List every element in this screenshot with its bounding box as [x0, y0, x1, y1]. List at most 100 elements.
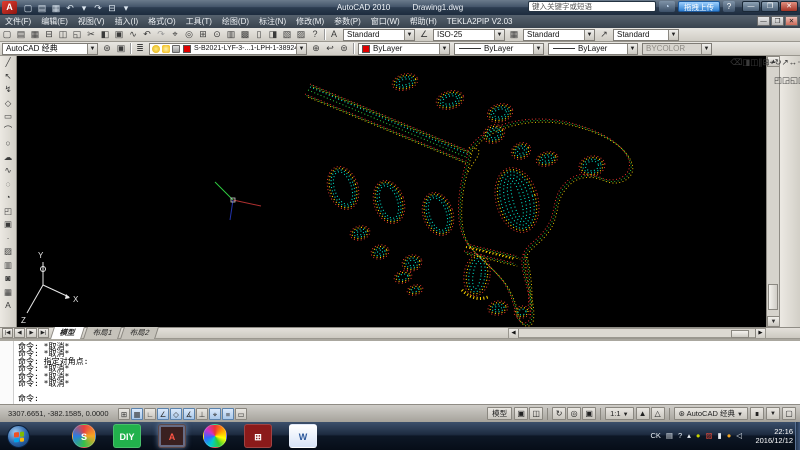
zoom-status-icon[interactable]: ◎ — [567, 407, 581, 420]
revcloud-icon[interactable]: ☁ — [1, 151, 16, 165]
taskbar-app-autocad[interactable]: A — [158, 424, 186, 448]
undo-button[interactable]: ↶ — [63, 2, 77, 14]
horizontal-scrollbar[interactable]: ◀ ▶ — [508, 328, 766, 338]
otrack-toggle[interactable]: ∡ — [183, 408, 195, 420]
text-style-dropdown[interactable]: Standard ▼ — [343, 29, 415, 41]
plot-preview-icon[interactable]: ◫ — [56, 28, 70, 41]
bring-to-front-icon[interactable]: ◰ — [774, 75, 782, 85]
undo-dropdown-arrow[interactable]: ▾ — [77, 2, 91, 14]
plot-button[interactable]: ⊟ — [105, 2, 119, 14]
menu-tools[interactable]: 工具(T) — [181, 15, 217, 28]
make-object-layer-current-icon[interactable]: ⊕ — [309, 42, 323, 55]
open-icon[interactable]: ▤ — [14, 28, 28, 41]
menu-tekla2pip[interactable]: TEKLA2PIP V2.03 — [442, 15, 518, 28]
gradient-icon[interactable]: ▥ — [1, 259, 16, 273]
showmotion-icon[interactable]: ▣ — [582, 407, 596, 420]
save-icon[interactable]: ▦ — [28, 28, 42, 41]
communication-center-icon[interactable]: ◔ — [659, 1, 675, 12]
menu-modify[interactable]: 修改(M) — [291, 15, 329, 28]
status-menu-button[interactable]: ▼ — [766, 407, 780, 420]
annotation-visibility-icon[interactable]: ▲ — [636, 407, 650, 420]
undo-icon[interactable]: ↶ — [140, 28, 154, 41]
drawing-canvas[interactable]: Y X Z — [17, 56, 766, 327]
menu-format[interactable]: 格式(O) — [143, 15, 181, 28]
text-style-icon[interactable]: A — [327, 28, 341, 41]
clean-screen-button[interactable]: ▢ — [782, 407, 796, 420]
publish-icon[interactable]: ◱ — [70, 28, 84, 41]
rotate-icon[interactable]: ↻ — [774, 57, 781, 67]
polygon-icon[interactable]: ◇ — [1, 97, 16, 111]
tab-last-button[interactable]: ▶| — [38, 328, 49, 338]
workspace-switch-button[interactable]: ⊛ AutoCAD 经典 ▼ — [674, 407, 748, 420]
snap-toggle[interactable]: ⊞ — [118, 408, 130, 420]
model-space-button[interactable]: 模型 — [487, 407, 512, 420]
layer-color-chip[interactable] — [183, 45, 191, 53]
multiline-text-icon[interactable]: A — [1, 299, 16, 313]
dyn-toggle[interactable]: ⌖ — [209, 408, 221, 420]
layer-thaw-sun-icon[interactable] — [162, 45, 170, 53]
circle-icon[interactable]: ○ — [1, 137, 16, 151]
doc-restore-button[interactable]: ❐ — [771, 16, 784, 26]
linetype-dropdown[interactable]: ByLayer ▼ — [454, 43, 544, 55]
layer-unlock-icon[interactable] — [172, 45, 180, 53]
tray-up-arrow-icon[interactable]: ▴ — [687, 424, 691, 448]
vertical-scroll-thumb[interactable] — [768, 284, 778, 310]
ortho-toggle[interactable]: ∟ — [144, 408, 156, 420]
open-button[interactable]: ▤ — [35, 2, 49, 14]
line-icon[interactable]: ╱ — [1, 56, 16, 70]
polar-toggle[interactable]: ∠ — [157, 408, 169, 420]
tab-model[interactable]: 模型 — [50, 327, 85, 339]
scale-icon[interactable]: ↗ — [782, 57, 789, 67]
layer-previous-icon[interactable]: ↩ — [323, 42, 337, 55]
tool-palettes-icon[interactable]: ▯ — [252, 28, 266, 41]
quick-view-drawings-icon[interactable]: ◫ — [529, 407, 543, 420]
pan-icon[interactable]: ⌖ — [168, 28, 182, 41]
markup-icon[interactable]: ▧ — [280, 28, 294, 41]
vertical-scrollbar[interactable]: ▲ ▼ — [766, 56, 779, 327]
lineweight-toggle[interactable]: ≡ — [222, 408, 234, 420]
help-icon[interactable]: ? — [308, 28, 322, 41]
tray-battery-icon[interactable]: ▮ — [718, 424, 722, 448]
show-desktop-button[interactable] — [795, 422, 800, 450]
new-button[interactable]: ▢ — [21, 2, 35, 14]
steering-wheel-icon[interactable]: ↻ — [552, 407, 566, 420]
workspace-dropdown[interactable]: AutoCAD 经典 ▼ — [2, 43, 98, 55]
workspace-settings-icon[interactable]: ⊛ — [100, 42, 114, 55]
redo-icon[interactable]: ↷ — [154, 28, 168, 41]
scroll-right-icon[interactable]: ▶ — [755, 329, 765, 338]
toolbar-lock-button[interactable]: ∎ — [750, 407, 764, 420]
tray-language[interactable]: CK — [650, 424, 660, 448]
color-dropdown[interactable]: ByLayer ▼ — [358, 43, 450, 55]
menu-window[interactable]: 窗口(W) — [366, 15, 405, 28]
taskbar-clock[interactable]: 22:16 2016/12/12 — [755, 427, 793, 445]
ellipse-arc-icon[interactable]: ◔ — [1, 191, 16, 205]
menu-edit[interactable]: 编辑(E) — [36, 15, 73, 28]
chevron-down-icon[interactable]: ▼ — [533, 44, 543, 54]
annotation-autoscale-icon[interactable]: △ — [651, 407, 665, 420]
app-restore-button[interactable]: ❐ — [761, 1, 779, 12]
chevron-down-icon[interactable]: ▼ — [87, 44, 97, 54]
arc-icon[interactable]: ⌒ — [1, 124, 16, 138]
tab-layout2[interactable]: 布局2 — [120, 327, 159, 339]
doc-close-button[interactable]: ✕ — [785, 16, 798, 26]
properties-icon[interactable]: ▥ — [224, 28, 238, 41]
quickcalc-icon[interactable]: ▨ — [294, 28, 308, 41]
layer-dropdown[interactable]: S-B2021-LYF-3-...1-LPH-1-389242 ▼ — [149, 43, 307, 55]
polyline-icon[interactable]: ↯ — [1, 83, 16, 97]
stretch-icon[interactable]: ↔ — [789, 57, 798, 67]
scroll-left-icon[interactable]: ◀ — [509, 329, 519, 338]
plot-icon[interactable]: ⊟ — [42, 28, 56, 41]
layer-states-icon[interactable]: ⊜ — [337, 42, 351, 55]
erase-icon[interactable]: ⌫ — [730, 57, 742, 67]
copy-clip-icon[interactable]: ◧ — [98, 28, 112, 41]
qat-dropdown-arrow[interactable]: ▾ — [119, 2, 133, 14]
save-workspace-icon[interactable]: ▣ — [114, 42, 128, 55]
tab-layout1[interactable]: 布局1 — [83, 327, 122, 339]
ellipse-icon[interactable]: ◌ — [1, 178, 16, 192]
redo-button[interactable]: ↷ — [91, 2, 105, 14]
designcenter-icon[interactable]: ▩ — [238, 28, 252, 41]
region-icon[interactable]: ◙ — [1, 272, 16, 286]
upload-button[interactable]: 拖拽上传 — [678, 1, 720, 12]
taskbar-app-s[interactable]: S — [72, 424, 96, 448]
tray-shield-icon[interactable]: ● — [696, 424, 701, 448]
